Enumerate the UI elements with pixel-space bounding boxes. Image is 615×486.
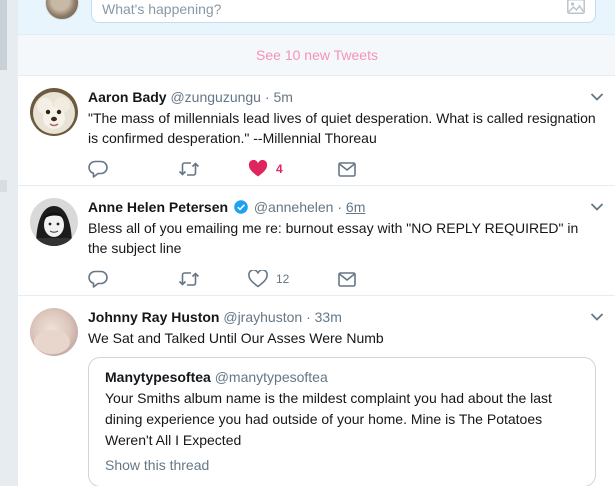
envelope-icon [338,161,356,177]
reply-button[interactable] [88,269,178,289]
compose-placeholder: What's happening? [102,1,222,17]
quoted-author-name[interactable]: Manytypesoftea [105,369,211,385]
compose-input[interactable]: What's happening? [91,0,596,23]
verified-badge-icon [234,200,248,214]
tweet-actions: 12 [88,269,356,289]
dm-button[interactable] [338,159,356,179]
reply-button[interactable] [88,159,178,179]
timeline: What's happening? See 10 new Tweets Aaro… [17,0,615,486]
reply-icon [88,160,108,178]
tweet-timestamp[interactable]: 5m [273,89,292,105]
tweet-header: Aaron Bady @zunguzungu · 5m [88,88,596,106]
quoted-tweet[interactable]: Manytypesoftea @manytypesoftea Your Smit… [88,357,596,486]
tweet-separator: · [306,309,311,325]
like-count: 12 [276,272,290,286]
heart-icon [248,270,268,288]
tweet-text: We Sat and Talked Until Our Asses Were N… [88,330,384,346]
sidebar-strip-mid [0,180,7,192]
new-tweets-bar[interactable]: See 10 new Tweets [18,35,615,76]
compose-avatar [45,0,79,20]
tweet-timestamp[interactable]: 6m [346,199,365,215]
like-button[interactable]: 4 [248,159,338,179]
tweet-separator: · [264,89,270,105]
tweet-author-name[interactable]: Anne Helen Petersen [88,199,228,215]
tweet-header: Anne Helen Petersen @annehelen · 6m [88,198,596,216]
like-button[interactable]: 12 [248,269,338,289]
chevron-down-icon[interactable] [590,202,604,212]
quoted-tweet-header: Manytypesoftea @manytypesoftea [105,368,328,386]
like-count: 4 [276,162,283,176]
tweet-timestamp[interactable]: 33m [315,309,342,325]
retweet-icon [178,162,200,176]
avatar[interactable] [30,198,78,246]
tweet-author-handle[interactable]: @zunguzungu [170,89,261,105]
retweet-button[interactable] [178,159,248,179]
tweet-header: Johnny Ray Huston @jrayhuston · 33m [88,308,596,326]
reply-icon [88,270,108,288]
tweet-text: Bless all of you emailing me re: burnout… [88,220,579,256]
tweet-author-handle[interactable]: @jrayhuston [223,309,302,325]
image-icon[interactable] [567,0,585,14]
tweet-author-handle[interactable]: @annehelen [254,199,334,215]
tweet-text: "The mass of millennials lead lives of q… [88,110,596,146]
quoted-author-handle[interactable]: @manytypesoftea [215,369,328,385]
new-tweets-label: See 10 new Tweets [256,47,378,63]
avatar-image [30,308,78,356]
compose-area: What's happening? [18,0,615,35]
chevron-down-icon[interactable] [590,312,604,322]
envelope-icon [338,271,356,287]
tweet-actions: 4 [88,159,356,179]
avatar[interactable] [30,88,78,136]
retweet-icon [178,272,200,286]
left-sidebar-strip [0,0,7,486]
tweet-author-name[interactable]: Aaron Bady [88,89,167,105]
avatar-image [30,198,78,246]
tweet[interactable]: Aaron Bady @zunguzungu · 5m "The mass of… [18,76,615,186]
dm-button[interactable] [338,269,356,289]
tweet-author-name[interactable]: Johnny Ray Huston [88,309,219,325]
quoted-tweet-text: Your Smiths album name is the mildest co… [105,390,552,448]
heart-icon [248,160,268,177]
tweet[interactable]: Anne Helen Petersen @annehelen · 6m Bles… [18,186,615,296]
tweet-separator: · [337,199,343,215]
sidebar-strip-top [0,0,7,70]
avatar-image [30,88,78,136]
show-thread-link[interactable]: Show this thread [105,457,209,473]
avatar[interactable] [30,308,78,356]
retweet-button[interactable] [178,269,248,289]
chevron-down-icon[interactable] [590,92,604,102]
